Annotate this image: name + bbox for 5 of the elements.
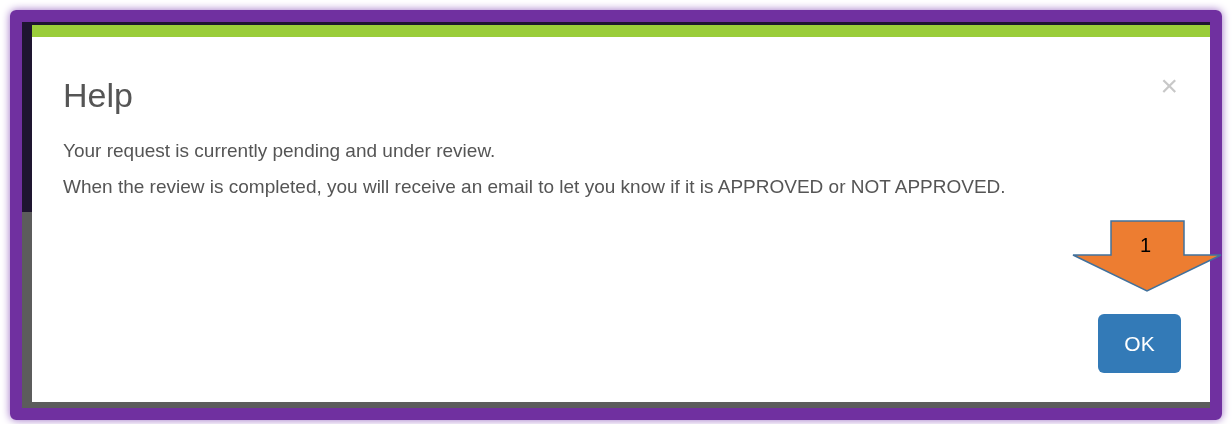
callout-number: 1 [1140,233,1152,257]
ok-button[interactable]: OK [1098,314,1181,373]
message-text: Your request is currently pending and under review. [63,139,497,163]
dialog-title: Help [63,75,133,115]
message-text: When the review is completed, you will receive an email to let you know if it is APPROVED or NOT APPROVED. [63,175,1007,199]
